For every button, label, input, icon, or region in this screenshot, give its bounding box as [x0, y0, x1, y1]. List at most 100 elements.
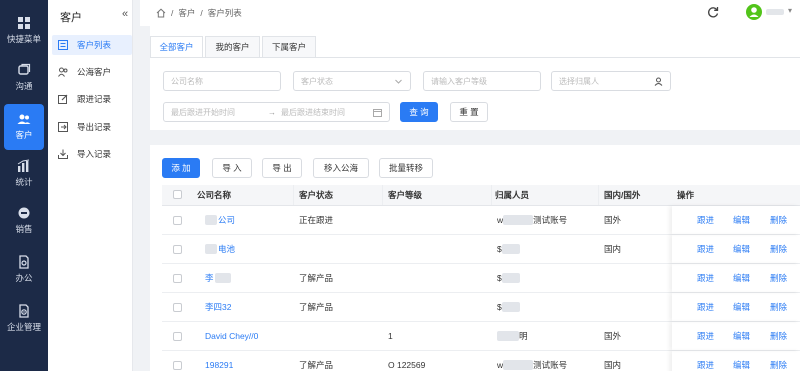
subnav-item-label: 导入记录 — [77, 149, 112, 159]
subnav-item-export-records[interactable]: 导出记录 — [52, 117, 132, 137]
tab-all-customers[interactable]: 全部客户 — [150, 36, 203, 58]
row-checkbox[interactable] — [173, 274, 182, 283]
edit-button[interactable]: 编辑 — [733, 322, 750, 350]
edit-icon — [58, 94, 68, 104]
sub-navigation: 客户 « 客户列表 公海客户 跟进记录 导出记录 导入记录 — [48, 0, 133, 371]
import-icon — [58, 149, 68, 159]
header-owner: 归属人员 — [495, 190, 530, 200]
company-name-input[interactable]: 公司名称 — [163, 71, 281, 91]
subnav-item-import-records[interactable]: 导入记录 — [52, 144, 132, 164]
refresh-icon[interactable] — [706, 5, 720, 19]
table-row: 李 了解产品 $ 跟进 编辑 删除 — [162, 264, 800, 293]
follow-button[interactable]: 跟进 — [697, 351, 714, 371]
company-name-link[interactable]: 李 — [205, 272, 214, 284]
list-icon — [58, 40, 68, 50]
tab-subordinate-customers[interactable]: 下属客户 — [262, 36, 316, 58]
follow-button[interactable]: 跟进 — [697, 206, 714, 234]
company-name-cell[interactable]: 电池 — [205, 235, 235, 263]
delete-button[interactable]: 删除 — [770, 351, 787, 371]
rail-item-quick-menu[interactable]: 快捷菜单 — [0, 8, 48, 54]
row-checkbox[interactable] — [173, 245, 182, 254]
row-checkbox[interactable] — [173, 216, 182, 225]
company-name-link[interactable]: 李四32 — [205, 301, 231, 313]
edit-button[interactable]: 编辑 — [733, 206, 750, 234]
column-divider — [598, 185, 599, 205]
follow-button[interactable]: 跟进 — [697, 264, 714, 292]
company-name-link[interactable]: 公司 — [218, 214, 235, 226]
calendar-icon — [373, 109, 382, 117]
home-icon[interactable] — [156, 8, 166, 18]
rail-item-customer[interactable]: 客户 — [4, 104, 44, 150]
company-name-cell[interactable]: 李 — [205, 264, 231, 292]
rail-item-office[interactable]: 办公 — [0, 247, 48, 293]
delete-button[interactable]: 删除 — [770, 206, 787, 234]
follow-button[interactable]: 跟进 — [697, 293, 714, 321]
redacted-text — [205, 244, 217, 254]
table-row: 电池 $ 国内 跟进 编辑 删除 — [162, 235, 800, 264]
subnav-item-public-pool[interactable]: 公海客户 — [52, 62, 132, 82]
add-button[interactable]: 添 加 — [162, 158, 200, 178]
owner-placeholder: 选择归属人 — [559, 76, 599, 86]
subnav-item-follow-records[interactable]: 跟进记录 — [52, 89, 132, 109]
delete-button[interactable]: 删除 — [770, 235, 787, 263]
owner-select[interactable]: 选择归属人 — [551, 71, 671, 91]
row-checkbox[interactable] — [173, 332, 182, 341]
header-operations: 操作 — [677, 190, 695, 200]
breadcrumb-separator: / — [171, 8, 174, 18]
main-rail: 快捷菜单 沟通 客户 统计 销售 办公 企业管理 — [0, 0, 48, 371]
grid-icon — [18, 17, 30, 29]
tab-underline — [150, 57, 800, 58]
edit-button[interactable]: 编辑 — [733, 351, 750, 371]
follow-button[interactable]: 跟进 — [697, 235, 714, 263]
breadcrumb: / 客户 / 客户列表 — [156, 7, 242, 19]
company-name-cell[interactable]: David Chey//0 — [205, 322, 258, 350]
date-end-placeholder: 最后跟进结束时间 — [281, 107, 345, 117]
subnav-item-customer-list[interactable]: 客户列表 — [52, 35, 132, 55]
owner-name: 测试账号 — [533, 360, 568, 370]
reset-button[interactable]: 重 置 — [450, 102, 488, 122]
query-button[interactable]: 查 询 — [400, 102, 438, 122]
row-checkbox[interactable] — [173, 303, 182, 312]
delete-button[interactable]: 删除 — [770, 322, 787, 350]
table-row: 公司 正在跟进 w 测试账号 国外 跟进 编辑 删除 — [162, 206, 800, 235]
company-name-link[interactable]: 电池 — [218, 243, 235, 255]
collapse-icon[interactable]: « — [122, 8, 128, 20]
follow-button[interactable]: 跟进 — [697, 322, 714, 350]
operations-column: 跟进 编辑 删除 — [672, 264, 800, 292]
company-name-cell[interactable]: 李四32 — [205, 293, 231, 321]
rail-item-chat[interactable]: 沟通 — [0, 55, 48, 101]
select-all-checkbox[interactable] — [173, 190, 182, 199]
header-company-name: 公司名称 — [197, 190, 232, 200]
tab-my-customers[interactable]: 我的客户 — [205, 36, 260, 58]
company-name-cell[interactable]: 公司 — [205, 206, 235, 234]
rail-label: 客户 — [15, 130, 33, 140]
rail-item-enterprise[interactable]: 企业管理 — [0, 296, 48, 342]
date-range-picker[interactable]: 最后跟进开始时间 → 最后跟进结束时间 — [163, 102, 390, 122]
avatar[interactable] — [746, 4, 762, 20]
breadcrumb-customer[interactable]: 客户 — [178, 7, 195, 19]
redacted-text — [501, 302, 520, 312]
rail-item-statistics[interactable]: 统计 — [0, 151, 48, 197]
rail-item-sales[interactable]: 销售 — [0, 198, 48, 244]
customer-level-input[interactable]: 请输入客户等级 — [423, 71, 541, 91]
date-start-placeholder: 最后跟进开始时间 — [171, 107, 235, 117]
batch-transfer-button[interactable]: 批量转移 — [379, 158, 433, 178]
company-name-link[interactable]: 198291 — [205, 360, 233, 370]
row-checkbox[interactable] — [173, 361, 182, 370]
subnav-item-label: 跟进记录 — [77, 94, 112, 104]
rail-label: 销售 — [15, 224, 33, 234]
export-button[interactable]: 导 出 — [262, 158, 302, 178]
edit-button[interactable]: 编辑 — [733, 264, 750, 292]
delete-button[interactable]: 删除 — [770, 293, 787, 321]
import-button[interactable]: 导 入 — [212, 158, 252, 178]
company-name-cell[interactable]: 198291 — [205, 351, 233, 371]
delete-button[interactable]: 删除 — [770, 264, 787, 292]
customer-status-select[interactable]: 客户状态 — [293, 71, 411, 91]
edit-button[interactable]: 编辑 — [733, 235, 750, 263]
rail-label: 沟通 — [15, 81, 33, 91]
username-redacted[interactable] — [766, 9, 784, 15]
chevron-down-icon[interactable]: ▾ — [788, 6, 792, 15]
move-to-pool-button[interactable]: 移入公海 — [313, 158, 369, 178]
edit-button[interactable]: 编辑 — [733, 293, 750, 321]
company-name-link[interactable]: David Chey//0 — [205, 331, 258, 341]
